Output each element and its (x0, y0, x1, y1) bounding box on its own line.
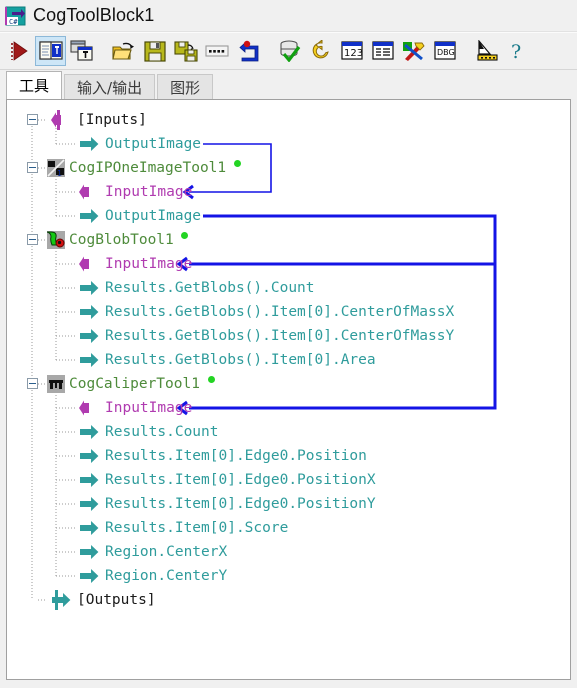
tool-icon-ip: 1 (47, 159, 65, 178)
tree-terminal-blob-area-label: Results.GetBlobs().Item[0].Area (105, 352, 376, 368)
tree-terminal-caliper-score-label: Results.Item[0].Score (105, 520, 289, 536)
tool-tree-panel[interactable]: [Inputs] OutputImage 1 CogIPOneImageTool1 In… (6, 99, 571, 680)
status-ok-dot-icon (233, 160, 241, 167)
tool-tree[interactable]: [Inputs] OutputImage 1 CogIPOneImageTool1 In… (7, 100, 570, 679)
tool-icon-blob (46, 231, 65, 249)
show-tools-button[interactable] (35, 36, 66, 66)
tab-io[interactable]: 输入/输出 (64, 74, 156, 99)
cogtoolblock-icon: C# (5, 5, 27, 27)
tree-terminal-caliper-pos-label: Results.Item[0].Edge0.Position (105, 448, 367, 464)
svg-text:C#: C# (9, 18, 18, 26)
tree-terminal-inputs-outputimage-label: OutputImage (105, 136, 202, 152)
tab-graphics[interactable]: 图形 (157, 74, 214, 99)
tab-tools-label: 工具 (19, 77, 50, 95)
save-button[interactable] (139, 36, 170, 66)
tab-tools[interactable]: 工具 (6, 71, 63, 99)
tree-node-cogblobtool1-label: CogBlobTool1 (69, 232, 174, 248)
show-subtools-button[interactable] (66, 36, 97, 66)
terminal-output-arrow-icon (47, 588, 73, 612)
tree-terminal-blob-inputimage-label: InputImage (105, 256, 193, 272)
tab-strip: 工具 输入/输出 图形 (0, 70, 577, 99)
terminal-output-arrow-icon (75, 300, 101, 324)
terminal-input-arrow-icon (75, 396, 101, 420)
tree-node-cogcalipertool1-label: CogCaliperTool1 (69, 376, 200, 392)
tool-icon-caliper (47, 375, 65, 393)
tree-terminal-caliper-count-label: Results.Count (105, 424, 219, 440)
expander-minus-icon[interactable] (27, 234, 38, 245)
status-ok-dot-icon (181, 232, 189, 239)
svg-text:DBG: DBG (437, 48, 455, 57)
run-button[interactable] (4, 36, 35, 66)
debug-button[interactable]: DBG (429, 36, 460, 66)
tree-node-outputs-label: [Outputs] (77, 592, 156, 608)
terminal-output-arrow-icon (75, 516, 101, 540)
tree-terminal-caliper-posy-label: Results.Item[0].Edge0.PositionY (105, 496, 376, 512)
expander-minus-icon[interactable] (27, 162, 38, 173)
terminal-output-arrow-icon (75, 444, 101, 468)
svg-text:1: 1 (57, 169, 62, 177)
tree-terminal-ip-inputimage-label: InputImage (105, 184, 193, 200)
expander-minus-icon[interactable] (27, 378, 38, 389)
toolbar: 123 DBG ? (0, 32, 577, 70)
terminal-input-arrow-icon (75, 180, 101, 204)
terminal-input-arrow-icon (75, 252, 101, 276)
save-as-button[interactable] (170, 36, 201, 66)
tree-terminal-blob-comx-label: Results.GetBlobs().Item[0].CenterOfMassX (105, 304, 455, 320)
undo-link-button[interactable] (232, 36, 263, 66)
tree-terminal-ip-outputimage-label: OutputImage (105, 208, 202, 224)
tab-io-label: 输入/输出 (77, 78, 143, 97)
terminal-output-arrow-icon (75, 276, 101, 300)
svg-text:123: 123 (344, 48, 363, 59)
help-button[interactable]: ? (502, 36, 533, 66)
terminal-output-arrow-icon (75, 468, 101, 492)
tree-terminal-caliper-posx-label: Results.Item[0].Edge0.PositionX (105, 472, 376, 488)
measure-button[interactable] (471, 36, 502, 66)
terminal-output-arrow-icon (75, 540, 101, 564)
reset-button[interactable] (305, 36, 336, 66)
results-button[interactable] (367, 36, 398, 66)
terminal-output-arrow-icon (75, 132, 101, 156)
tree-node-inputs-label: [Inputs] (77, 112, 147, 128)
terminal-output-arrow-icon (75, 492, 101, 516)
tools-settings-button[interactable] (398, 36, 429, 66)
window-title: CogToolBlock1 (33, 5, 155, 25)
tree-terminal-blob-comy-label: Results.GetBlobs().Item[0].CenterOfMassY (105, 328, 455, 344)
terminal-input-arrow-icon (47, 108, 73, 132)
tree-terminal-caliper-centery-label: Region.CenterY (105, 568, 228, 584)
svg-text:?: ? (511, 41, 521, 62)
terminal-output-arrow-icon (75, 324, 101, 348)
tree-node-cogiponeimagetool1-label: CogIPOneImageTool1 (69, 160, 227, 176)
tab-graphics-label: 图形 (170, 78, 201, 97)
status-ok-dot-icon (207, 376, 215, 383)
open-button[interactable] (108, 36, 139, 66)
filmstrip-button[interactable] (201, 36, 232, 66)
accept-db-button[interactable] (274, 36, 305, 66)
terminal-output-arrow-icon (75, 420, 101, 444)
expander-minus-icon[interactable] (27, 114, 38, 125)
tree-terminal-caliper-centerx-label: Region.CenterX (105, 544, 228, 560)
tree-terminal-blob-count-label: Results.GetBlobs().Count (105, 280, 315, 296)
tree-terminal-caliper-inputimage-label: InputImage (105, 400, 193, 416)
terminal-output-arrow-icon (75, 348, 101, 372)
title-bar: C# CogToolBlock1 (0, 0, 577, 32)
numeric-button[interactable]: 123 (336, 36, 367, 66)
terminal-output-arrow-icon (75, 204, 101, 228)
terminal-output-arrow-icon (75, 564, 101, 588)
